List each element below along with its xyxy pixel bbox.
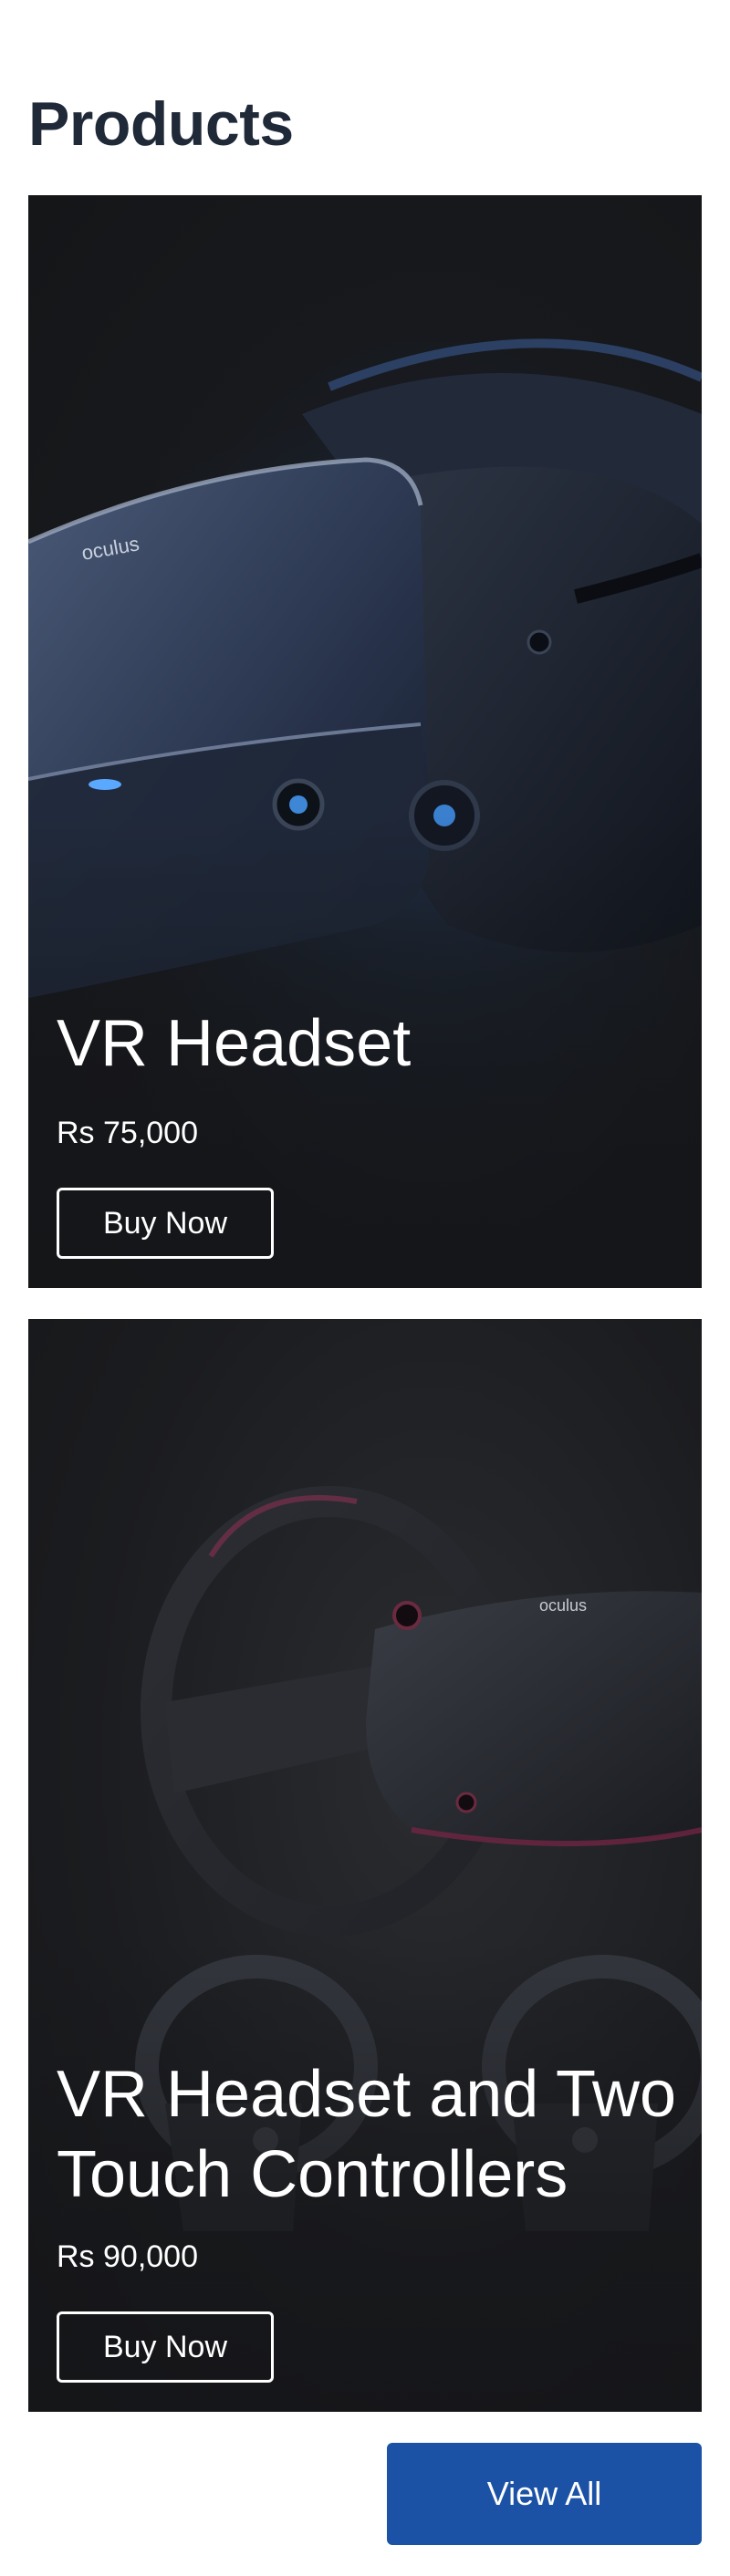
headset-brand-mark: oculus xyxy=(539,1596,587,1615)
product-name: VR Headset xyxy=(57,1007,412,1080)
product-price: Rs 75,000 xyxy=(57,1116,198,1150)
product-card-vr-headset: oculus VR Headset Rs 75,000 Buy Now xyxy=(28,195,702,1288)
product-name: VR Headset and Two Touch Controllers xyxy=(57,2058,677,2211)
buy-now-button[interactable]: Buy Now xyxy=(57,2311,274,2383)
product-price: Rs 90,000 xyxy=(57,2239,198,2274)
page-title: Products xyxy=(28,89,294,159)
buy-now-button[interactable]: Buy Now xyxy=(57,1188,274,1259)
view-all-button[interactable]: View All xyxy=(387,2443,702,2545)
product-card-vr-headset-controllers: oculus VR Headset and Two Touch Controll… xyxy=(28,1319,702,2412)
